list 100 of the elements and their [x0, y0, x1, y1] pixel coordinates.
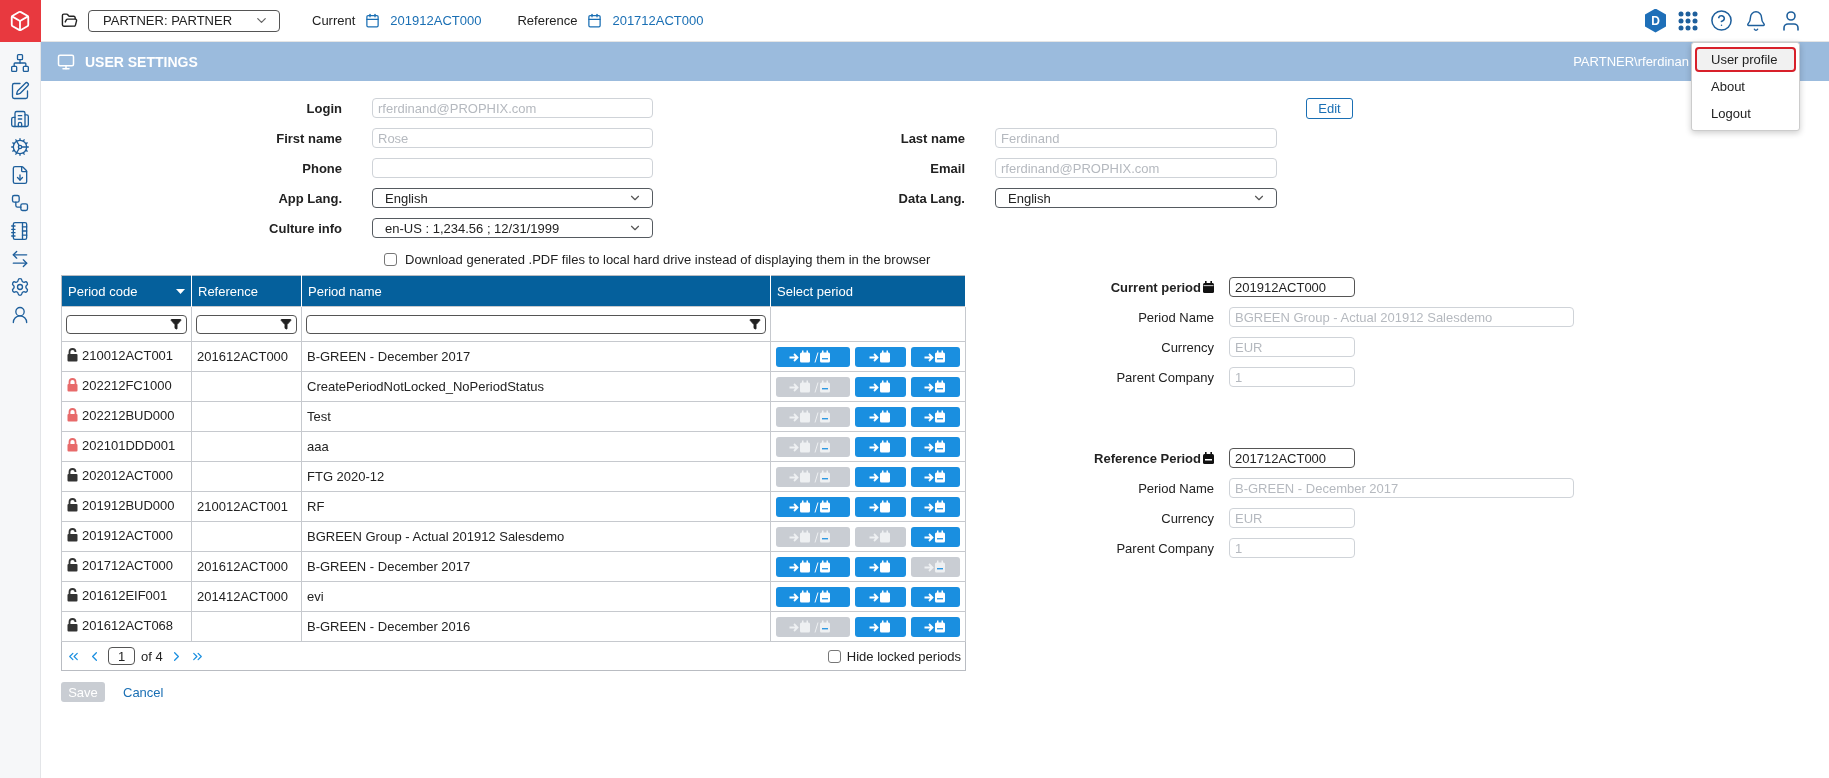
apps-grid-icon[interactable]: [1678, 10, 1698, 31]
set-current-period-button[interactable]: [855, 436, 906, 457]
arrow-calendar-minus-icon: [923, 499, 947, 514]
table-cell: RF: [307, 499, 325, 514]
table-cell: B-GREEN - December 2017: [307, 349, 471, 364]
table-cell: 202101DDD001: [82, 437, 176, 453]
current-period-link[interactable]: 201912ACT000: [390, 13, 482, 28]
set-reference-period-button[interactable]: [910, 436, 960, 457]
dropdown-field[interactable]: English: [372, 188, 653, 208]
menu-item[interactable]: User profile: [1695, 47, 1796, 72]
menu-item[interactable]: About: [1695, 74, 1796, 99]
monitor-icon: [57, 52, 75, 71]
field-label: Parent Company: [1116, 369, 1214, 385]
app-badge[interactable]: D: [1645, 8, 1666, 33]
set-reference-period-button[interactable]: [910, 406, 960, 427]
field-label: Phone: [302, 160, 343, 176]
set-both-periods-button[interactable]: [776, 496, 851, 517]
set-current-period-button[interactable]: [855, 466, 906, 487]
dropdown-field[interactable]: English: [995, 188, 1277, 208]
gear-icon[interactable]: [10, 137, 30, 157]
set-current-period-button[interactable]: [855, 586, 906, 607]
arrow-calendar-minus-icon: [923, 379, 947, 394]
user-name: PARTNER\rferdinan: [1573, 54, 1689, 69]
dropdown-field[interactable]: en-US : 1,234.56 ; 12/31/1999: [372, 218, 653, 238]
table-cell: 202212FC1000: [82, 377, 172, 393]
table-cell: 201612EIF001: [82, 587, 168, 603]
table-cell: 202012ACT000: [82, 467, 174, 483]
column-header[interactable]: Period code: [61, 275, 192, 307]
filter-field[interactable]: [306, 314, 766, 334]
hierarchy-icon[interactable]: [10, 53, 30, 73]
reference-label: Reference: [517, 13, 578, 28]
table-cell: 201712ACT000: [82, 557, 174, 573]
table-cell: evi: [307, 589, 324, 604]
set-current-period-button[interactable]: [855, 376, 906, 397]
field-label: Culture info: [269, 220, 343, 236]
period-title: Current period: [1110, 279, 1201, 295]
period-title: Reference Period: [1094, 450, 1201, 466]
arrow-calendar-icon: [868, 469, 892, 484]
arrow-calendar-minus-icon: [923, 349, 947, 364]
bell-icon[interactable]: [1745, 9, 1767, 32]
checkbox[interactable]: [384, 252, 397, 266]
set-both-periods-button[interactable]: [776, 586, 851, 607]
settings-icon[interactable]: [10, 277, 30, 297]
field-label: App Lang.: [278, 190, 343, 206]
set-reference-period-button[interactable]: [910, 496, 960, 517]
column-header[interactable]: Reference: [191, 275, 302, 307]
table-cell: B-GREEN - December 2016: [307, 619, 471, 634]
page-number-field[interactable]: 1: [108, 647, 135, 665]
set-reference-period-button[interactable]: [910, 526, 960, 547]
table-cell: aaa: [307, 439, 329, 454]
field-label: Data Lang.: [898, 190, 966, 206]
cancel-link[interactable]: Cancel: [123, 684, 164, 700]
user-icon[interactable]: [10, 305, 30, 325]
table-cell: 201612ACT000: [197, 559, 289, 574]
notebook-icon[interactable]: [10, 221, 30, 241]
arrow-calendar-icon: [868, 529, 892, 544]
building-icon[interactable]: [10, 109, 30, 129]
reference-period-link[interactable]: 201712ACT000: [612, 13, 704, 28]
filter-field[interactable]: [66, 314, 187, 334]
set-current-period-button[interactable]: [855, 556, 906, 577]
table-cell: Test: [307, 409, 331, 424]
workspace-dropdown[interactable]: PARTNER: PARTNER: [88, 9, 280, 32]
field-label: First name: [276, 130, 343, 146]
column-header[interactable]: Select period: [770, 275, 966, 307]
help-icon[interactable]: [1710, 9, 1733, 32]
exchange-icon[interactable]: [10, 249, 30, 269]
edit-button[interactable]: Edit: [1306, 97, 1353, 119]
period-code-field[interactable]: 201912ACT000: [1229, 277, 1355, 297]
set-reference-period-button[interactable]: [910, 346, 960, 367]
set-both-periods-button[interactable]: [776, 346, 851, 367]
set-current-period-button[interactable]: [855, 346, 906, 367]
app-logo[interactable]: [0, 0, 41, 42]
set-both-periods-button[interactable]: [776, 556, 851, 577]
set-reference-period-button[interactable]: [910, 466, 960, 487]
folder-icon[interactable]: [61, 12, 78, 29]
column-header[interactable]: Period name: [301, 275, 771, 307]
set-reference-period-button[interactable]: [910, 616, 960, 637]
set-current-period-button[interactable]: [855, 616, 906, 637]
set-reference-period-button[interactable]: [910, 376, 960, 397]
field-label: Period Name: [1138, 480, 1214, 496]
document-download-icon[interactable]: [10, 165, 30, 185]
table-cell: FTG 2020-12: [307, 469, 385, 484]
set-current-period-button[interactable]: [855, 406, 906, 427]
checkbox[interactable]: [827, 649, 841, 663]
arrow-calendar-minus-icon: [923, 469, 947, 484]
field-label: Email: [930, 160, 966, 176]
field-label: Currency: [1161, 339, 1214, 355]
arrow-calendar-icon: [868, 379, 892, 394]
arrow-calendar-minus-icon: [923, 529, 947, 544]
arrow-calendar-minus-icon: [923, 409, 947, 424]
table-cell: 210012ACT001: [82, 347, 174, 363]
filter-field[interactable]: [196, 314, 297, 334]
set-current-period-button[interactable]: [855, 496, 906, 517]
calendar-minus-icon: [1203, 452, 1214, 464]
period-code-field[interactable]: 201712ACT000: [1229, 448, 1355, 468]
field-label: Last name: [900, 130, 966, 146]
table-cell: BGREEN Group - Actual 201912 Salesdemo: [307, 529, 565, 544]
set-reference-period-button[interactable]: [910, 586, 960, 607]
menu-item[interactable]: Logout: [1695, 101, 1796, 126]
page-count: of 4: [141, 648, 163, 664]
